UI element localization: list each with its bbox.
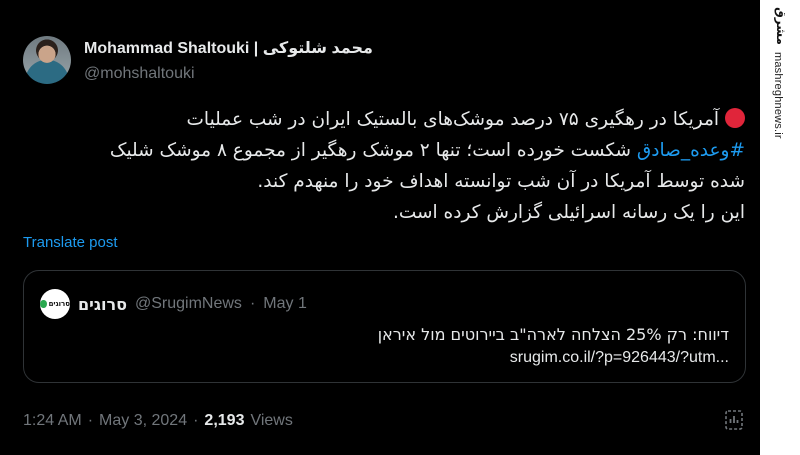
logo-green-dot <box>40 300 47 308</box>
quoted-url[interactable]: srugim.co.il/?p=926443/?utm... <box>510 349 729 367</box>
quoted-author-handle[interactable]: @SrugimNews <box>135 295 242 313</box>
tweet-line-1: آمریکا در رهگیری ۷۵ درصد موشک‌های بالستی… <box>23 104 745 135</box>
quoted-separator: · <box>249 295 256 312</box>
tweet-line-3: شده توسط آمریکا در آن شب توانسته اهداف خ… <box>257 171 745 192</box>
meta-separator-2: · <box>193 412 199 429</box>
mashregh-logo-icon: مشرق <box>774 7 788 45</box>
watermark-strip: مشرق mashreghnews.ir <box>760 0 800 455</box>
quoted-tweet[interactable]: סרוגים סרוגים @SrugimNews · May 1 דיווח:… <box>23 270 746 383</box>
tweet-meta: 1:24 AM · May 3, 2024 · 2,193 Views <box>23 412 293 430</box>
author-row: Mohammad Shaltouki | محمد شلتوکی <box>84 38 373 58</box>
tweet-time[interactable]: 1:24 AM <box>23 412 82 430</box>
red-circle-emoji-icon <box>725 108 745 128</box>
views-label: Views <box>250 412 293 429</box>
views-count: 2,193 <box>204 412 245 429</box>
tweet-body: آمریکا در رهگیری ۷۵ درصد موشک‌های بالستی… <box>23 104 745 228</box>
translate-post-link[interactable]: Translate post <box>23 234 118 251</box>
tweet-card: Mohammad Shaltouki | محمد شلتوکی @mohsha… <box>0 0 760 455</box>
avatar[interactable] <box>23 36 71 84</box>
logo-text: סרוגים <box>48 300 70 308</box>
tweet-line-2: #وعده_صادق شکست خورده است؛ تنها ۲ موشک ر… <box>109 140 745 161</box>
tweet-date[interactable]: May 3, 2024 <box>99 412 187 430</box>
meta-separator: · <box>87 412 94 429</box>
author-handle[interactable]: @mohshaltouki <box>84 65 195 83</box>
quoted-tweet-header: סרוגים סרוגים @SrugimNews · May 1 <box>40 289 307 319</box>
quoted-text: דיווח: רק 25% הצלחה לארה"ב ביירוטים מול … <box>377 325 729 344</box>
srugim-logo-icon[interactable]: סרוגים <box>40 289 70 319</box>
tweet-line-4: این را یک رسانه اسرائیلی گزارش کرده است. <box>392 202 745 223</box>
watermark-site: mashreghnews.ir <box>772 52 784 139</box>
svg-text:مشرق: مشرق <box>774 7 788 45</box>
author-display-name[interactable]: Mohammad Shaltouki | محمد شلتوکی <box>84 38 373 58</box>
hashtag-link[interactable]: #وعده_صادق <box>637 140 745 161</box>
quoted-author-name[interactable]: סרוגים <box>78 295 127 314</box>
post-analytics-icon[interactable] <box>722 408 746 432</box>
quoted-date[interactable]: May 1 <box>263 295 307 313</box>
